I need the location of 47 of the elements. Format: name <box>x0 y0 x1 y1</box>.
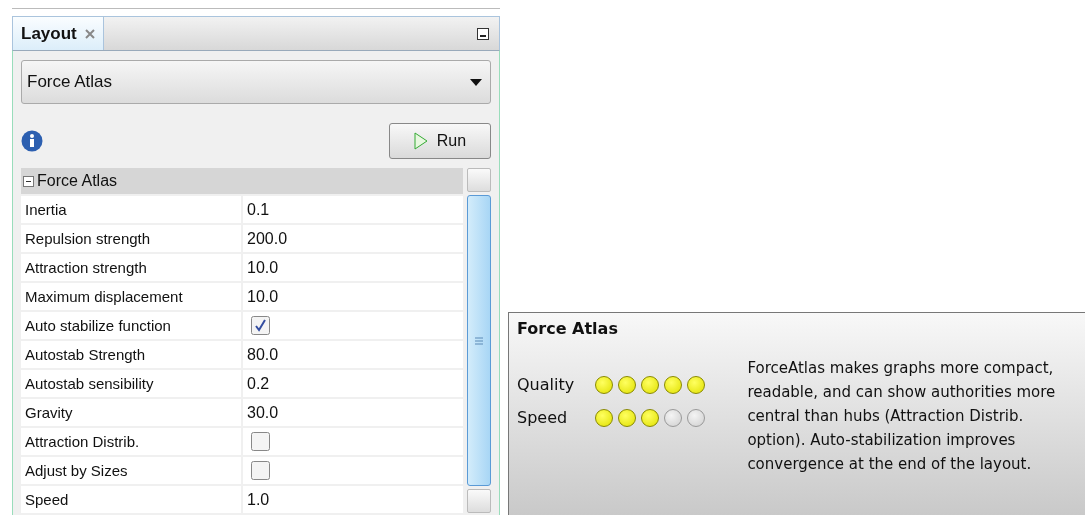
collapse-icon[interactable] <box>23 175 34 187</box>
filled-rating-dot <box>618 408 636 427</box>
property-name: Adjust by Sizes <box>21 457 241 484</box>
checkbox[interactable] <box>251 316 270 335</box>
description: ForceAtlas makes graphs more compact, readable, and can show authorities more central than hubs (Attraction Distrib. option). Auto-stabilization improves convergence at the end of the layout. <box>747 358 1057 475</box>
property-value[interactable]: 200.0 <box>243 225 463 252</box>
empty-rating-dot <box>664 408 682 427</box>
property-value[interactable]: 0.1 <box>243 196 463 223</box>
property-group-header[interactable]: Force Atlas <box>21 168 463 194</box>
layout-dropdown[interactable]: Force Atlas <box>21 60 491 104</box>
rating-label: Speed <box>517 408 569 427</box>
property-value[interactable]: 10.0 <box>243 283 463 310</box>
play-icon <box>413 132 428 150</box>
property-name: Autostab Strength <box>21 341 241 368</box>
close-icon[interactable] <box>84 28 95 39</box>
filled-rating-dot <box>664 375 682 394</box>
card-title: Force Atlas <box>517 319 619 338</box>
checkbox[interactable] <box>251 432 270 451</box>
filled-rating-dot <box>641 375 659 394</box>
info-icon[interactable] <box>21 130 43 152</box>
run-button[interactable]: Run <box>389 123 491 159</box>
property-name: Auto stabilize function <box>21 312 241 339</box>
property-name: Repulsion strength <box>21 225 241 252</box>
property-name: Maximum displacement <box>21 283 241 310</box>
filled-rating-dot <box>687 375 705 394</box>
filled-rating-dot <box>595 408 613 427</box>
filled-rating-dot <box>641 408 659 427</box>
filled-rating-dot <box>618 375 636 394</box>
property-name: Attraction Distrib. <box>21 428 241 455</box>
minimize-icon[interactable] <box>477 27 489 40</box>
property-value[interactable]: 30.0 <box>243 399 463 426</box>
caret-icon <box>470 78 482 86</box>
filled-rating-dot <box>595 375 613 394</box>
property-value[interactable]: 80.0 <box>243 341 463 368</box>
layout-tab[interactable]: Layout <box>13 17 104 50</box>
checkbox[interactable] <box>251 461 270 480</box>
property-name: Attraction strength <box>21 254 241 281</box>
property-value[interactable]: 0.2 <box>243 370 463 397</box>
property-value[interactable]: 1.0 <box>243 486 463 513</box>
property-name: Autostab sensibility <box>21 370 241 397</box>
property-name: Speed <box>21 486 241 513</box>
scrollbar-thumb[interactable] <box>467 195 491 486</box>
rating-label: Quality <box>517 375 576 394</box>
property-value[interactable]: 10.0 <box>243 254 463 281</box>
property-name: Inertia <box>21 196 241 223</box>
empty-rating-dot <box>687 408 705 427</box>
property-name: Gravity <box>21 399 241 426</box>
